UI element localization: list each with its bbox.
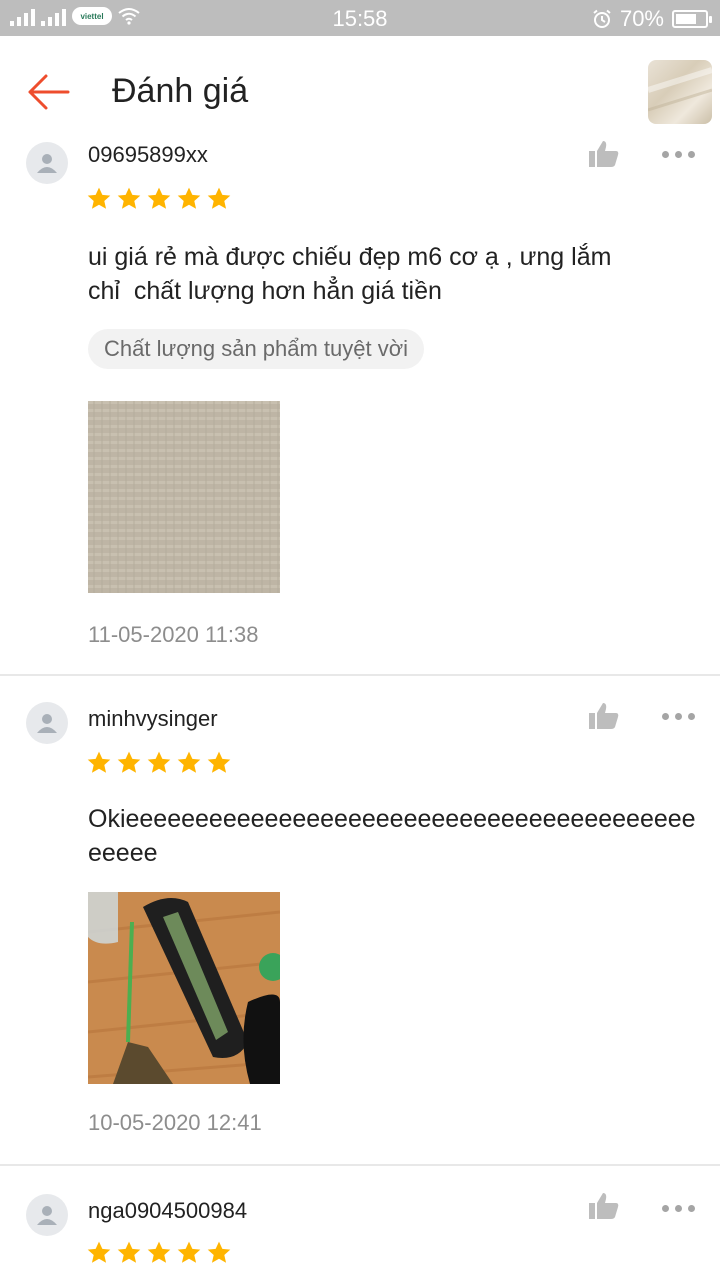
star-icon [117, 187, 141, 209]
star-icon [177, 1241, 201, 1263]
star-icon [87, 187, 111, 209]
review-date: 10-05-2020 12:41 [88, 1110, 262, 1135]
user-icon[interactable] [26, 142, 68, 184]
review-item: minhvysinger Okieeeeeeeeeeeeeeeeeeeeeeee… [0, 676, 720, 1166]
star-icon [87, 1241, 111, 1263]
review-date: 11-05-2020 11:38 [88, 622, 259, 647]
star-icon [87, 751, 111, 773]
product-thumbnail[interactable] [648, 60, 712, 124]
review-username[interactable]: nga0904500984 [88, 1198, 247, 1224]
more-dots-icon[interactable] [662, 1202, 698, 1214]
review-item: 09695899xx ui giá rẻ mà được chiếu đẹp m… [0, 136, 720, 676]
battery-icon [672, 10, 712, 28]
star-icon [147, 751, 171, 773]
review-text: Okieeeeeeeeeeeeeeeeeeeeeeeeeeeeeeeeeeeee… [88, 805, 696, 867]
more-dots-icon[interactable] [662, 148, 698, 160]
star-icon [207, 1241, 231, 1263]
star-icon [147, 1241, 171, 1263]
user-icon[interactable] [26, 1194, 68, 1236]
more-dots-icon[interactable] [662, 710, 698, 722]
product-thumbnail-image [648, 67, 712, 112]
review-photo[interactable] [88, 892, 280, 1084]
review-item: nga0904500984 [0, 1166, 720, 1280]
app-header: Đánh giá [0, 36, 720, 136]
rating-stars [86, 750, 232, 776]
review-photo[interactable] [88, 401, 280, 593]
review-photo-image [88, 892, 280, 1084]
review-text: ui giá rẻ mà được chiếu đẹp m6 cơ ạ , ưn… [88, 240, 698, 308]
review-photo-image [88, 401, 280, 593]
star-icon [177, 187, 201, 209]
review-username[interactable]: minhvysinger [88, 706, 218, 732]
battery-percent: 70% [619, 6, 664, 31]
reviews-feed[interactable]: 09695899xx ui giá rẻ mà được chiếu đẹp m… [0, 136, 720, 1280]
status-bar: viettel 15:58 70% [0, 0, 720, 36]
review-tag: Chất lượng sản phẩm tuyệt vời [88, 329, 425, 369]
star-icon [117, 1241, 141, 1263]
page-title: Đánh giá [112, 72, 249, 110]
review-username[interactable]: 09695899xx [88, 142, 208, 168]
alarm-icon [593, 9, 611, 28]
review-text-line: ui giá rẻ mà được chiếu đẹp m6 cơ ạ , ưn… [88, 243, 612, 305]
user-icon[interactable] [26, 702, 68, 744]
thumbs-up-icon[interactable] [588, 140, 620, 168]
rating-stars [86, 1240, 232, 1266]
status-right: 70% [592, 6, 712, 32]
back-arrow-icon[interactable] [24, 72, 72, 112]
thumbs-up-icon[interactable] [588, 1192, 620, 1220]
thumbs-up-icon[interactable] [588, 702, 620, 730]
star-icon [207, 751, 231, 773]
star-icon [117, 751, 141, 773]
rating-stars [86, 186, 232, 212]
star-icon [177, 751, 201, 773]
star-icon [147, 187, 171, 209]
star-icon [207, 187, 231, 209]
